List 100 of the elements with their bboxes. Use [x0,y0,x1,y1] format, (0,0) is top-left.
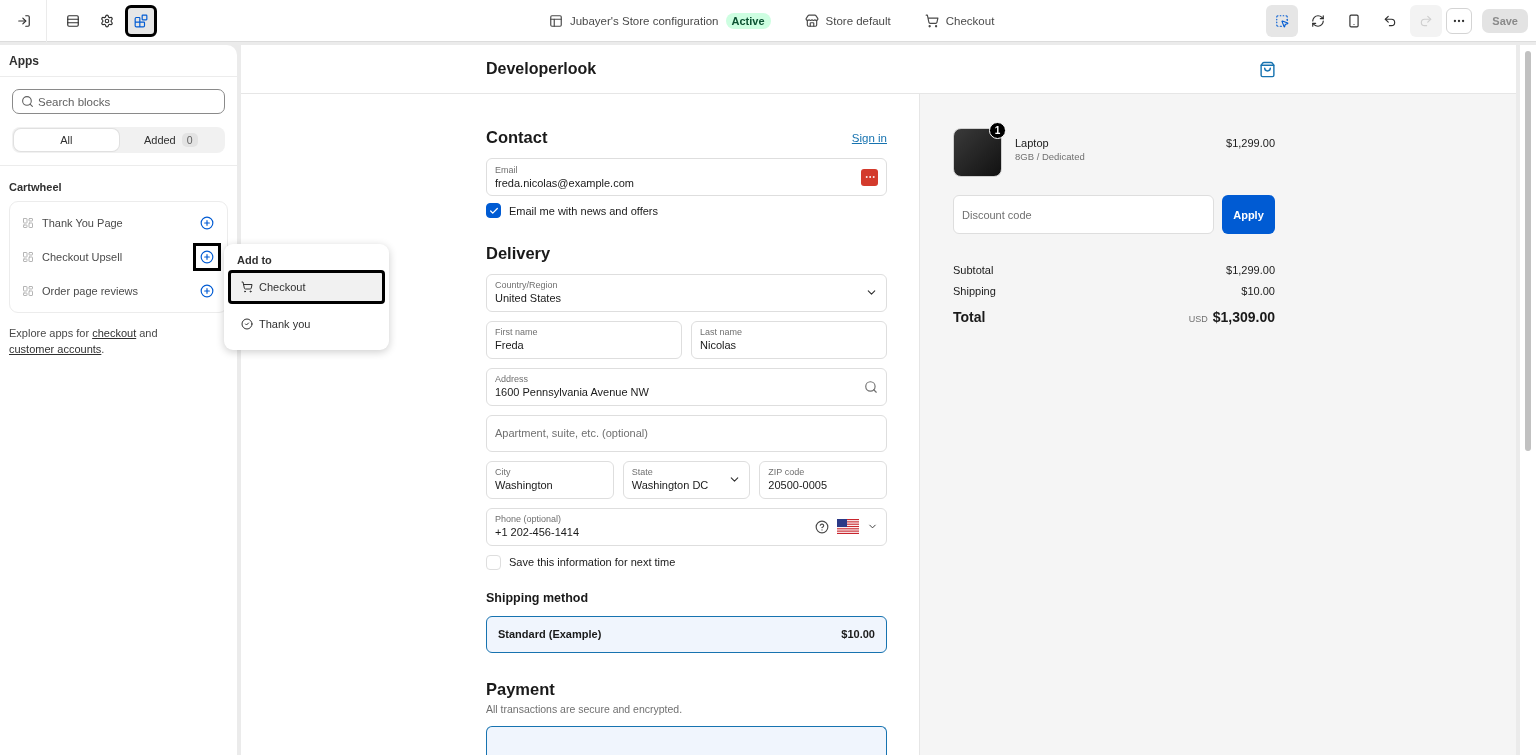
search-icon [21,95,34,108]
apply-button[interactable]: Apply [1222,195,1275,234]
field-value: Nicolas [700,338,738,353]
email-field[interactable]: Email freda.nicolas@example.com [486,158,887,196]
context-label: Store default [825,14,891,27]
field-value: United States [495,291,563,306]
field-label: Last name [700,327,744,339]
discount-field[interactable]: Discount code [953,195,1214,234]
product-variant: 8GB / Dedicated [1015,151,1086,162]
plus-circle-icon [200,216,214,230]
block-icon [22,285,34,297]
product-name: Laptop [1015,137,1050,149]
explore-text: Explore apps for checkout and customer accounts. [9,326,159,357]
field-label: Country/Region [495,280,559,292]
total-label: Total [953,309,986,325]
app-block-label: Order page reviews [42,285,139,297]
help-icon [815,519,829,534]
settings-icon [100,13,114,28]
field-label: State [631,467,654,479]
context-selector[interactable]: Store default [804,13,891,28]
store-name: Developerlook [486,60,597,78]
sections-icon [66,13,80,28]
app-block-label: Thank You Page [42,217,124,229]
password-manager-icon[interactable] [861,168,878,186]
field-value: Freda [495,338,525,353]
cart-icon [924,13,939,28]
pointer-select-icon [1275,13,1290,28]
product-price: $1,299.00 [1226,136,1275,149]
flag-icon [837,519,859,535]
context-label: Checkout [945,14,995,27]
payment-subtitle: All transactions are secure and encrypted. [486,703,684,716]
cart-icon [241,281,253,293]
count-badge: 0 [181,133,198,147]
context-selector[interactable]: Checkout [924,13,995,28]
input-field[interactable]: City Washington [486,460,614,499]
field-label: First name [495,327,539,339]
exit-icon [17,13,31,28]
field-label: Email [495,164,519,176]
address-field[interactable]: Address 1600 Pennsylvania Avenue NW [486,367,887,406]
context-selector[interactable]: Jubayer's Store configuration Active [548,12,771,29]
redo-icon [1419,13,1434,28]
panel-title: Apps [0,45,237,77]
undo-icon [1383,13,1398,28]
inspector-button[interactable] [1266,4,1299,37]
scrollbar[interactable] [1525,51,1531,451]
shopping-bag-icon[interactable] [1259,60,1276,78]
section-heading: Shipping method [486,590,590,605]
apps-button[interactable] [125,4,157,37]
field-value: Washington [495,478,554,493]
app-block-label: Checkout Upsell [42,251,124,263]
block-icon [22,217,34,229]
status-badge: Active [725,12,771,29]
phone-icon [1347,13,1362,28]
checkbox[interactable] [486,203,501,218]
field-value: 20500-0005 [768,478,829,493]
summary-label: Shipping [953,285,996,297]
explore-link[interactable]: checkout [92,327,137,339]
apps-icon [134,13,148,28]
phone-field[interactable]: Phone (optional) +1 202-456-1414 [486,507,887,546]
menu-item[interactable]: Checkout [228,270,385,304]
summary-value: $1,299.00 [1226,264,1275,276]
menu-item[interactable]: Thank you [228,307,385,341]
section-title: Cartwheel [8,180,63,195]
total-value: $1,309.00 [1212,309,1275,325]
check-circle-icon [241,318,253,330]
field-label: Address [495,374,530,386]
input-field[interactable]: Apartment, suite, etc. (optional) [486,414,887,452]
currency-code: USD [1188,314,1208,324]
field-value: freda.nicolas@example.com [495,175,635,190]
input-field[interactable]: ZIP code 20500-0005 [759,460,887,499]
field-label: Phone (optional) [495,514,563,526]
field-label: City [495,467,512,479]
field-value: +1 202-456-1414 [495,525,581,540]
add-button[interactable] [193,243,221,271]
menu-title: Add to [236,253,273,268]
sign-in-link[interactable]: Sign in [851,131,887,144]
filter-tab[interactable]: All [14,129,119,151]
select-field[interactable]: Country/Region United States [486,273,887,312]
summary-label: Subtotal [953,264,994,276]
store-icon [804,13,819,28]
field-value: 1600 Pennsylvania Avenue NW [495,385,650,400]
plus-circle-icon [200,284,214,298]
shipping-option[interactable]: Standard (Example) $10.00 [486,615,887,654]
refresh-icon [1311,13,1326,28]
checkbox-label: Email me with news and offers [509,204,658,217]
select-field[interactable]: State Washington DC [622,460,751,499]
filter-tab[interactable]: Added 0 [118,129,223,151]
payment-option[interactable] [486,726,887,755]
context-label: Jubayer's Store configuration [569,14,719,27]
input-field[interactable]: Last name Nicolas [691,320,887,359]
search-field[interactable]: Search blocks [12,89,225,114]
section-heading: Contact [486,128,548,147]
field-label: ZIP code [768,467,806,479]
field-value: Washington DC [631,478,710,493]
checkbox-label: Save this information for next time [509,556,676,569]
summary-value: $10.00 [1241,285,1275,297]
input-field[interactable]: First name Freda [486,320,682,359]
section-heading: Delivery [486,243,551,263]
section-heading: Payment [486,680,556,700]
plus-circle-icon [200,250,214,264]
